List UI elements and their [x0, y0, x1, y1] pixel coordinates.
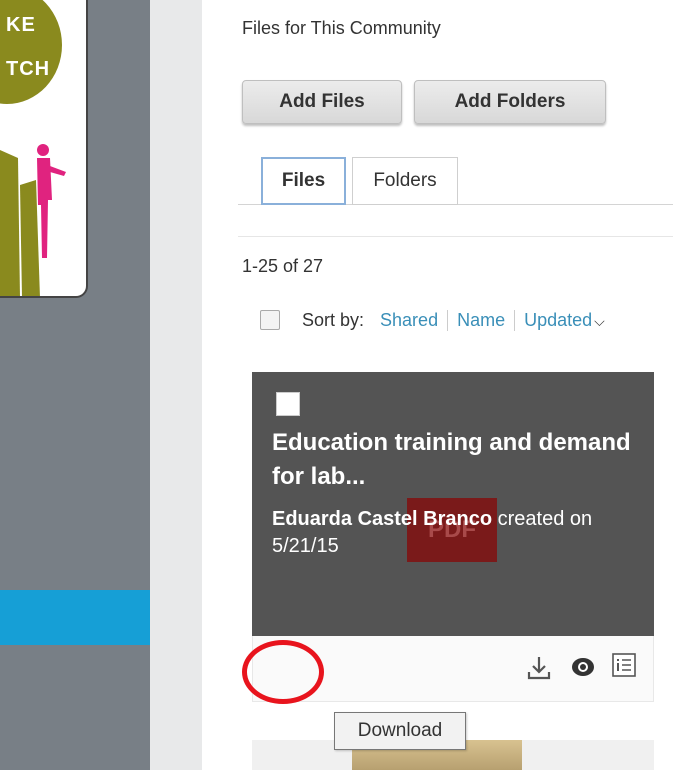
details-icon[interactable] — [611, 652, 637, 678]
select-all-checkbox[interactable] — [260, 310, 280, 330]
file-select-checkbox[interactable] — [276, 392, 300, 416]
sort-option-updated[interactable]: Updated ⌵ — [514, 309, 614, 331]
community-logo[interactable]: KE TCH — [0, 0, 88, 298]
preview-icon[interactable] — [571, 656, 595, 678]
sidebar-highlight-band[interactable] — [0, 590, 150, 645]
sort-label: Sort by: — [302, 309, 365, 330]
result-count: 1-25 of 27 — [242, 256, 324, 276]
section-title: Files for This Community — [242, 18, 441, 38]
page: KE TCH Files for This Community Add File… — [0, 0, 673, 770]
highlight-annotation — [242, 640, 324, 704]
add-files-button[interactable]: Add Files — [242, 80, 402, 124]
logo-figure-icon — [0, 144, 66, 296]
sort-option-name[interactable]: Name — [447, 309, 514, 331]
sort-bar: Sort by: Shared Name Updated ⌵ — [260, 306, 614, 334]
gutter — [150, 0, 202, 770]
tab-folders[interactable]: Folders — [352, 157, 458, 205]
add-folders-button[interactable]: Add Folders — [414, 80, 606, 124]
file-title[interactable]: Education training and demand for lab... — [272, 426, 642, 494]
download-icon[interactable] — [523, 652, 555, 684]
sort-option-updated-label: Updated — [524, 309, 593, 330]
chevron-down-icon: ⌵ — [594, 312, 605, 329]
sort-option-shared[interactable]: Shared — [380, 310, 447, 331]
divider — [238, 236, 673, 237]
file-meta: Eduarda Castel Branco created on 5/21/15 — [272, 506, 642, 560]
download-tooltip: Download — [334, 712, 466, 750]
tab-files[interactable]: Files — [261, 157, 346, 205]
file-author[interactable]: Eduarda Castel Branco — [272, 508, 492, 530]
file-thumbnail[interactable]: PDF Education training and demand for la… — [252, 372, 654, 636]
community-sidebar: KE TCH — [0, 0, 150, 770]
